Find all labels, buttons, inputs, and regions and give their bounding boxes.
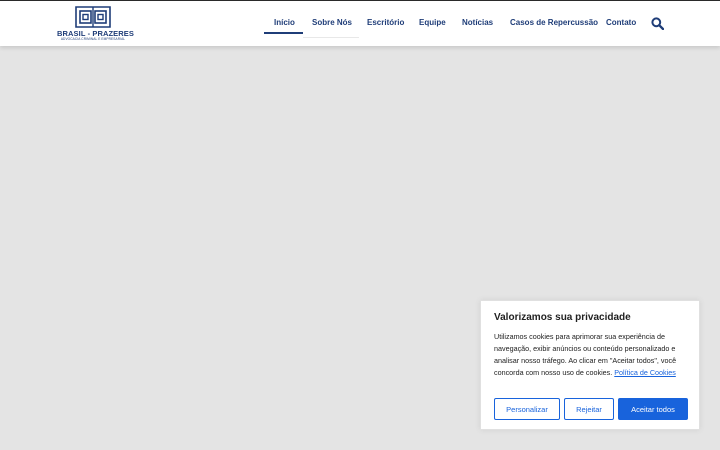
reject-button[interactable]: Rejeitar <box>564 398 614 420</box>
nav-item-contato[interactable]: Contato <box>606 18 636 27</box>
cookie-policy-link[interactable]: Política de Cookies <box>614 368 676 377</box>
nav-item-sobre-nos[interactable]: Sobre Nós <box>312 18 352 27</box>
nav-item-noticias[interactable]: Notícias <box>462 18 493 27</box>
cookie-banner-text: Utilizamos cookies para aprimorar sua ex… <box>494 331 690 379</box>
nav-item-equipe[interactable]: Equipe <box>419 18 446 27</box>
search-icon[interactable] <box>651 17 664 30</box>
brand-logo[interactable]: BRASIL - PRAZERES ADVOCACIA CRIMINAL E E… <box>57 5 134 43</box>
logo-mark-icon <box>75 6 111 28</box>
nav-hover-line <box>303 37 359 38</box>
customize-button[interactable]: Personalizar <box>494 398 560 420</box>
brand-tagline: ADVOCACIA CRIMINAL E EMPRESARIAL <box>60 37 126 41</box>
cookie-consent-banner: Valorizamos sua privacidade Utilizamos c… <box>480 300 700 430</box>
accept-all-button[interactable]: Aceitar todos <box>618 398 688 420</box>
cookie-banner-title: Valorizamos sua privacidade <box>494 312 631 323</box>
site-header: BRASIL - PRAZERES ADVOCACIA CRIMINAL E E… <box>0 0 720 46</box>
active-nav-indicator <box>264 32 303 34</box>
nav-item-inicio[interactable]: Início <box>274 18 295 27</box>
nav-item-casos-de-repercussao[interactable]: Casos de Repercussão <box>510 18 598 27</box>
nav-item-escritorio[interactable]: Escritório <box>367 18 404 27</box>
